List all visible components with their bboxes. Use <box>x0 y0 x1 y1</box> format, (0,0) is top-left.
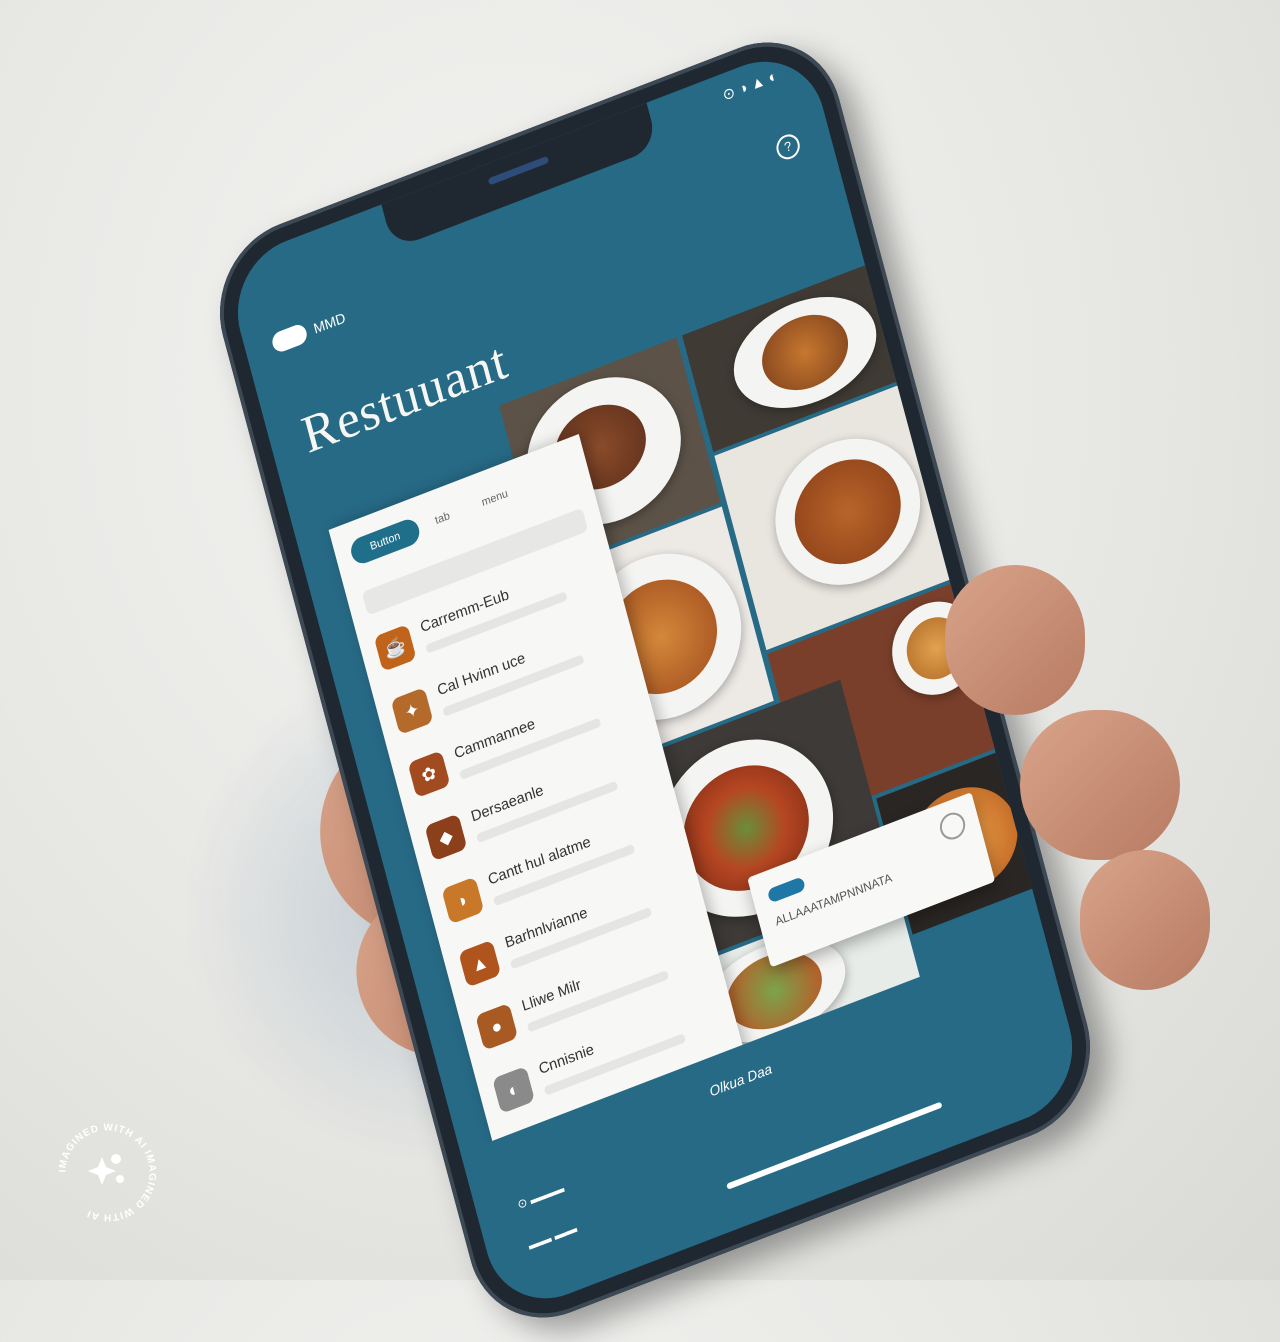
category-icon: ☕ <box>373 624 417 672</box>
bottom-row-2[interactable]: ▬▬ ▬▬ <box>527 1221 579 1253</box>
menu-toggle-icon[interactable] <box>270 322 309 355</box>
category-icon: ◆ <box>424 813 468 862</box>
tab-b[interactable]: menu <box>480 488 509 510</box>
speaker-grill <box>487 155 550 186</box>
bottom-center-label: Olkua Daa <box>707 1060 774 1100</box>
help-icon[interactable]: ? <box>773 130 803 163</box>
hand-finger-3 <box>1080 850 1210 990</box>
category-icon: ▲ <box>458 939 502 988</box>
bottom-row-1[interactable]: ⊙ ▬▬▬ <box>516 1181 566 1212</box>
imagined-with-ai-badge: IMAGINED WITH AI IMAGINED WITH AI <box>57 1122 156 1222</box>
filter-button[interactable]: Button <box>348 515 423 568</box>
category-icon: ✿ <box>407 750 451 799</box>
category-icon: ◐ <box>492 1065 536 1114</box>
card-tag <box>766 876 806 904</box>
category-icon: ● <box>475 1002 519 1051</box>
topbar-label: MMD <box>311 309 348 337</box>
home-indicator[interactable] <box>726 1101 943 1190</box>
hand-finger-1 <box>945 565 1085 715</box>
category-icon: ✦ <box>390 687 434 736</box>
status-icons: ⊙ ◑ ▲ ◐ <box>720 67 780 105</box>
hand-finger-2 <box>1020 710 1180 860</box>
tab-a[interactable]: tab <box>434 510 451 527</box>
sparkle-icon <box>88 1154 124 1185</box>
category-icon: ◗ <box>441 876 485 925</box>
radio-icon[interactable] <box>937 808 969 844</box>
